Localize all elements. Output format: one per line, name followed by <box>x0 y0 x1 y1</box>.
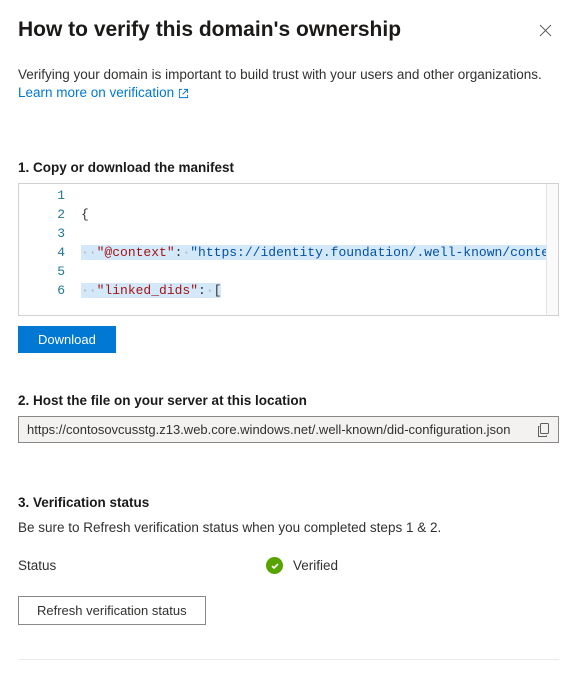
external-link-icon <box>178 88 189 99</box>
copy-icon[interactable] <box>537 423 550 437</box>
section-1-title: 1. Copy or download the manifest <box>18 160 559 175</box>
code-content: { ··"@context":·"https://identity.founda… <box>81 184 558 315</box>
vertical-scrollbar[interactable] <box>546 184 558 315</box>
section-3-title: 3. Verification status <box>18 495 559 510</box>
status-value: Verified <box>293 558 338 573</box>
divider <box>18 659 559 660</box>
host-location-value: https://contosovcusstg.z13.web.core.wind… <box>27 422 510 437</box>
learn-more-text: Learn more on verification <box>18 84 174 102</box>
intro-text: Verifying your domain is important to bu… <box>18 67 542 82</box>
refresh-status-button[interactable]: Refresh verification status <box>18 596 206 625</box>
page-title: How to verify this domain's ownership <box>18 18 401 42</box>
host-location-field: https://contosovcusstg.z13.web.core.wind… <box>18 416 559 443</box>
learn-more-link[interactable]: Learn more on verification <box>18 84 189 102</box>
download-button[interactable]: Download <box>18 326 116 353</box>
status-label: Status <box>18 558 266 573</box>
refresh-hint: Be sure to Refresh verification status w… <box>18 520 559 535</box>
section-2-title: 2. Host the file on your server at this … <box>18 393 559 408</box>
line-gutter: 1 2 3 4 5 6 <box>19 184 81 315</box>
verified-check-icon <box>266 557 283 574</box>
close-button[interactable] <box>531 18 559 46</box>
manifest-code-editor[interactable]: 1 2 3 4 5 6 { ··"@context":·"https://ide… <box>18 183 559 316</box>
close-icon <box>539 24 552 41</box>
